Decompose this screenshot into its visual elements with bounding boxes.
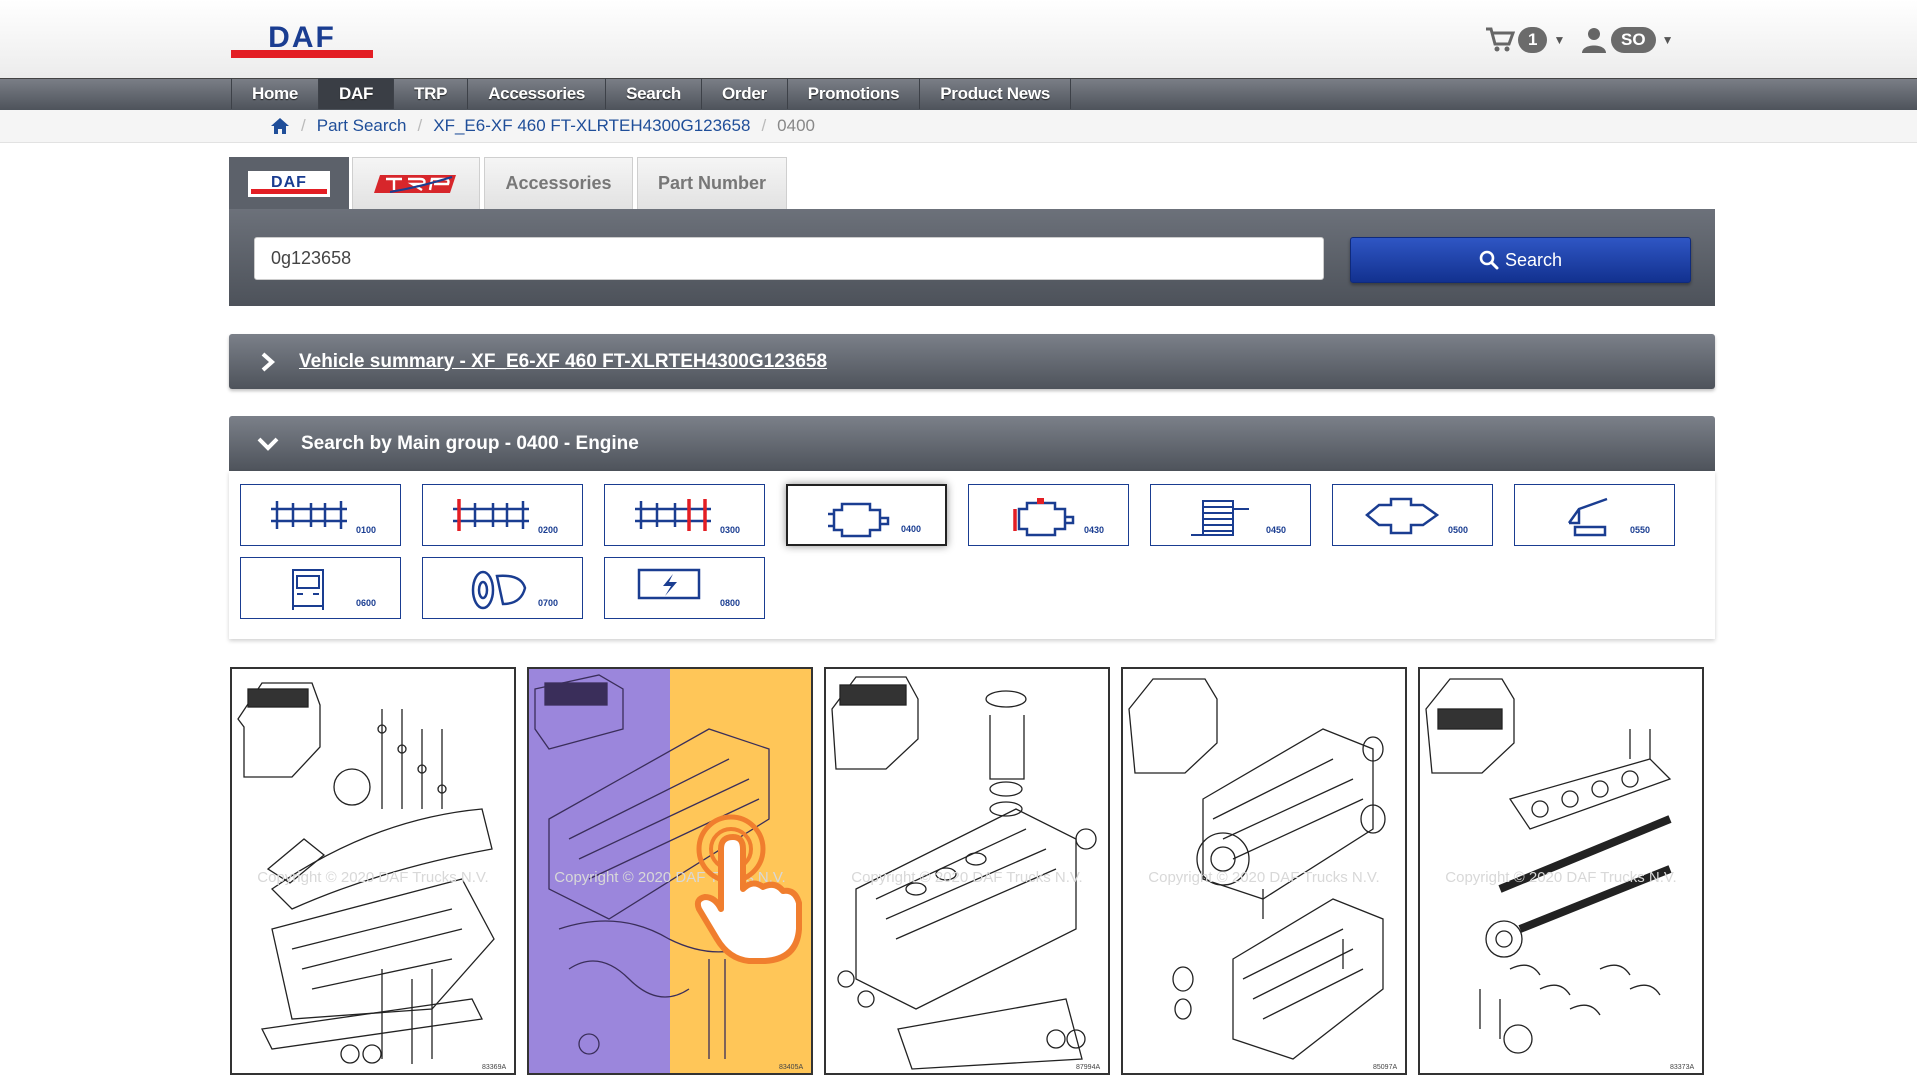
chevron-right-icon [261, 352, 276, 371]
tab-daf[interactable]: DAF [229, 157, 349, 209]
breadcrumb-current: 0400 [777, 116, 815, 135]
user-icon [1582, 28, 1606, 53]
group-tile-0500[interactable]: 0500 [1332, 484, 1493, 546]
cart-icon [1486, 27, 1515, 52]
diagram-tile-83369a[interactable]: 83369A Copyright © 2020 DAF Trucks N.V. [230, 667, 516, 1075]
cab-icon [292, 569, 324, 610]
group-tile-0100[interactable]: 0100 [240, 484, 401, 546]
diagram-code: 83373A [1670, 1064, 1694, 1071]
diagram-code: 83369A [482, 1064, 506, 1071]
svg-text:DAF: DAF [271, 174, 307, 191]
search-icon [1479, 250, 1499, 270]
vehicle-summary-header[interactable]: Vehicle summary - XF_E6-XF 460 FT-XLRTEH… [229, 334, 1715, 389]
group-code: 0550 [1629, 525, 1650, 535]
group-tile-0400[interactable]: 0400 [786, 484, 947, 546]
breadcrumb: / Part Search / XF_E6-XF 460 FT-XLRTEH43… [270, 110, 815, 142]
breadcrumb-vehicle[interactable]: XF_E6-XF 460 FT-XLRTEH4300G123658 [433, 116, 750, 136]
diagram-tile-85097a[interactable]: 85097A Copyright © 2020 DAF Trucks N.V. [1121, 667, 1407, 1075]
group-code: 0430 [1083, 525, 1104, 535]
diagram-tile-87994a[interactable]: 87994A Copyright © 2020 DAF Trucks N.V. [824, 667, 1110, 1075]
nav-home[interactable]: Home [231, 78, 320, 109]
diagram-tile-83405a[interactable]: 83405A Copyright © 2020 DAF Trucks N.V. [527, 667, 813, 1075]
diagram-watermark: Copyright © 2020 DAF Trucks N.V. [1445, 869, 1677, 886]
nav-order[interactable]: Order [702, 78, 788, 109]
axle-icon [453, 499, 529, 531]
vehicle-summary-link[interactable]: Vehicle summary - XF_E6-XF 460 FT-XLRTEH… [299, 351, 827, 373]
group-tile-0600[interactable]: 0600 [240, 557, 401, 619]
brake-icon [471, 570, 527, 610]
group-code: 0400 [900, 524, 921, 534]
group-tile-0430[interactable]: 0430 [968, 484, 1129, 546]
suspension-icon [635, 499, 711, 531]
cart-menu[interactable]: 1 ▼ [1485, 26, 1565, 54]
group-code: 0200 [537, 525, 558, 535]
search-input[interactable] [254, 237, 1324, 280]
search-button[interactable]: Search [1350, 237, 1691, 283]
main-nav: Home DAF TRP Accessories Search Order Pr… [231, 78, 1072, 109]
breadcrumb-part-search[interactable]: Part Search [317, 116, 407, 136]
chassis-icon [271, 501, 347, 529]
engine-cooling-icon [1013, 498, 1075, 537]
gearbox-icon [1365, 497, 1440, 535]
daf-logo-tab: DAF [248, 170, 330, 197]
nav-accessories[interactable]: Accessories [468, 78, 607, 109]
chevron-down-icon [257, 437, 279, 451]
group-tile-0700[interactable]: 0700 [422, 557, 583, 619]
group-code: 0700 [537, 598, 558, 608]
home-icon[interactable] [270, 117, 290, 135]
main-group-title: Search by Main group - 0400 - Engine [301, 432, 639, 454]
user-initials-badge: SO [1611, 27, 1656, 53]
diagram-code: 85097A [1373, 1064, 1397, 1071]
group-code: 0300 [719, 525, 740, 535]
electrical-icon [637, 568, 701, 600]
radiator-icon [1191, 500, 1249, 536]
tab-accessories[interactable]: Accessories [484, 157, 633, 209]
group-code: 0600 [355, 598, 376, 608]
pointer-hand-icon [694, 814, 802, 964]
group-code: 0500 [1447, 525, 1468, 535]
nav-promotions[interactable]: Promotions [788, 78, 921, 109]
diagram-code: 87994A [1076, 1064, 1100, 1071]
tab-part-number[interactable]: Part Number [637, 157, 787, 209]
tab-trp[interactable] [352, 157, 480, 209]
group-tile-0800[interactable]: 0800 [604, 557, 765, 619]
cart-count-badge: 1 [1518, 27, 1548, 53]
chevron-down-icon: ▼ [1553, 33, 1566, 47]
nav-product-news[interactable]: Product News [920, 78, 1072, 109]
group-code: 0450 [1265, 525, 1286, 535]
diagram-watermark: Copyright © 2020 DAF Trucks N.V. [257, 869, 489, 886]
search-button-label: Search [1504, 249, 1563, 270]
group-tile-0300[interactable]: 0300 [604, 484, 765, 546]
trp-logo-tab [374, 174, 456, 193]
group-code: 0800 [719, 598, 740, 608]
diagram-watermark: Copyright © 2020 DAF Trucks N.V. [1148, 869, 1380, 886]
nav-daf[interactable]: DAF [319, 78, 395, 109]
group-tile-0450[interactable]: 0450 [1150, 484, 1311, 546]
chevron-down-icon: ▼ [1661, 33, 1674, 47]
main-group-header[interactable]: Search by Main group - 0400 - Engine [229, 416, 1715, 471]
daf-logo[interactable]: DAF [231, 22, 373, 60]
nav-search[interactable]: Search [606, 78, 702, 109]
group-tile-0200[interactable]: 0200 [422, 484, 583, 546]
nav-trp[interactable]: TRP [394, 78, 469, 109]
engine-icon [828, 502, 890, 538]
diagram-tile-83373a[interactable]: 83373A Copyright © 2020 DAF Trucks N.V. [1418, 667, 1704, 1075]
svg-text:DAF: DAF [268, 22, 336, 54]
propeller-shaft-icon [1567, 497, 1608, 537]
diagram-code: 83405A [779, 1064, 803, 1071]
diagram-watermark: Copyright © 2020 DAF Trucks N.V. [851, 869, 1083, 886]
group-code: 0100 [355, 525, 376, 535]
user-menu[interactable]: SO ▼ [1580, 26, 1673, 54]
group-tile-0550[interactable]: 0550 [1514, 484, 1675, 546]
